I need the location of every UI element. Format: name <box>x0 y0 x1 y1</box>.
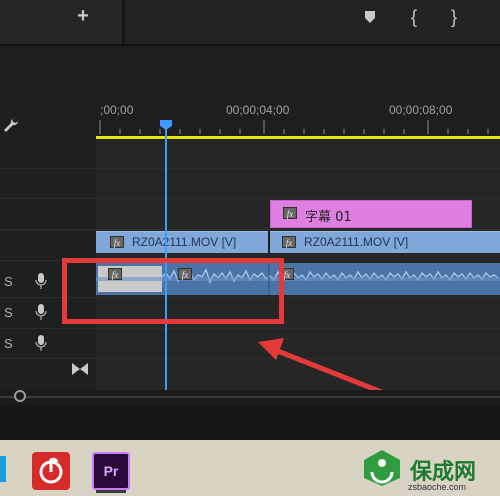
video-clip[interactable]: fx RZ0A2111.MOV [V] <box>270 231 500 253</box>
watermark-logo-icon <box>364 450 400 486</box>
fx-badge: fx <box>283 207 297 219</box>
netease-music-icon <box>39 457 63 484</box>
clip-edit-point[interactable] <box>268 231 270 253</box>
track-divider <box>0 229 500 230</box>
timecode-label: 00;00;08;00 <box>389 103 453 117</box>
clip-name: 字幕 01 <box>305 210 352 225</box>
panel-bottom <box>0 406 500 440</box>
solo-toggle[interactable]: S <box>4 336 13 351</box>
active-app-indicator <box>96 490 126 493</box>
timeline-toolbar: + { } <box>0 0 500 44</box>
scrollbar-handle[interactable] <box>14 390 26 402</box>
premiere-pro-app-icon[interactable]: Pr <box>92 452 130 490</box>
fx-badge: fx <box>282 236 296 248</box>
fx-badge: fx <box>110 236 124 248</box>
scrollbar-track[interactable] <box>0 396 500 398</box>
microphone-icon[interactable] <box>34 334 48 352</box>
ruler-ticks <box>99 120 489 134</box>
microphone-icon[interactable] <box>34 272 48 290</box>
timecode-label: ;00;00 <box>100 103 134 117</box>
watermark-url: zsbaoche.com <box>408 482 467 492</box>
timecode-label: 00;00;04;00 <box>226 103 290 117</box>
microphone-icon[interactable] <box>34 303 48 321</box>
wrench-icon[interactable] <box>2 116 20 134</box>
clip-name: RZ0A2111.MOV [V] <box>132 235 237 249</box>
title-clip[interactable]: fx 字幕 01 <box>270 200 472 228</box>
track-divider <box>0 198 500 199</box>
playhead-handle[interactable] <box>160 120 172 130</box>
taskbar-app-edge[interactable] <box>0 456 6 482</box>
track-divider <box>0 168 500 169</box>
toolbar-left-panel <box>0 0 122 44</box>
bowtie-icon[interactable] <box>72 363 88 375</box>
toolbar-divider <box>122 0 125 44</box>
mark-in-button[interactable]: { <box>407 6 421 28</box>
solo-toggle[interactable]: S <box>4 305 13 320</box>
zoom-scrollbar[interactable] <box>0 390 500 406</box>
solo-toggle[interactable]: S <box>4 274 13 289</box>
highlight-box <box>62 258 284 324</box>
clip-name: RZ0A2111.MOV [V] <box>304 235 409 249</box>
work-area-bar[interactable] <box>96 136 500 139</box>
track-divider <box>0 328 500 329</box>
netease-music-app-icon[interactable] <box>32 452 70 490</box>
add-button[interactable]: + <box>74 6 92 26</box>
add-marker-icon[interactable] <box>364 10 376 24</box>
mark-out-button[interactable]: } <box>447 6 461 28</box>
toolbar-border <box>0 44 500 46</box>
video-clip[interactable]: fx RZ0A2111.MOV [V] <box>96 231 268 253</box>
